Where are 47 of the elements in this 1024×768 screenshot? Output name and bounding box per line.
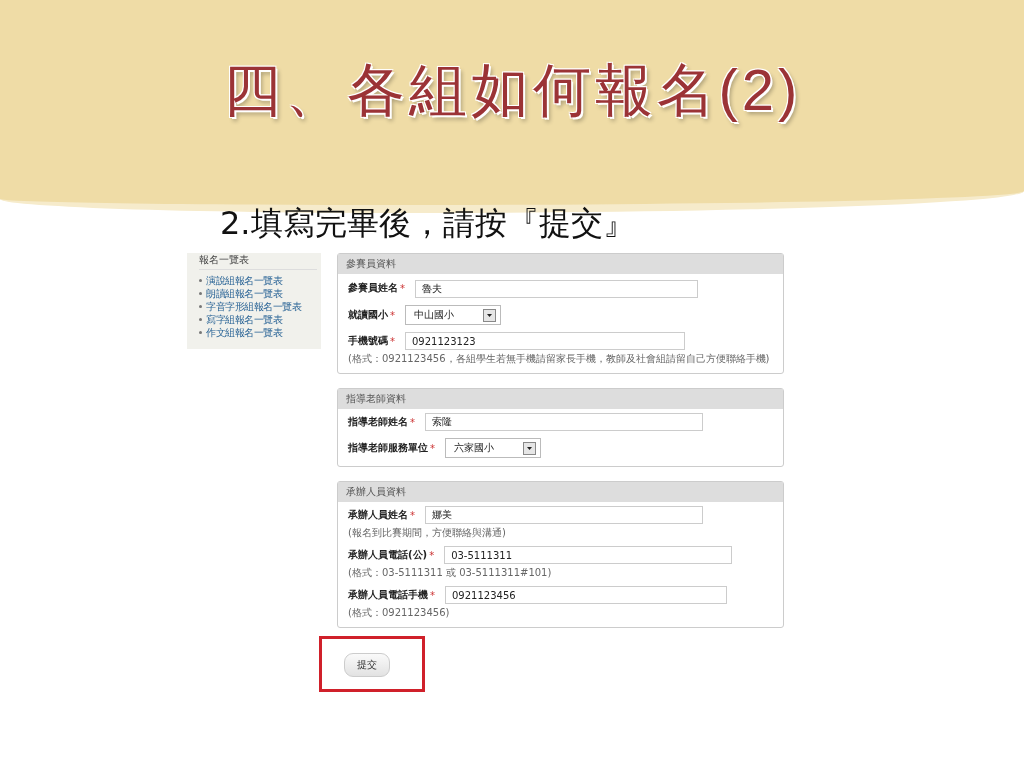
bullet-icon [199,318,202,321]
field-label: 承辦人員電話(公) [348,548,428,562]
required-mark: * [390,335,395,347]
sidebar-link[interactable]: 字音字形組報名一覽表 [206,299,301,314]
bullet-icon [199,331,202,334]
section-heading: 參賽員資料 [338,254,783,274]
input-field[interactable]: 索隆 [425,413,703,431]
required-mark: * [400,282,405,294]
field-label: 指導老師姓名 [348,415,408,429]
select-field[interactable]: 六家國小 [445,438,541,458]
bullet-icon [199,292,202,295]
sidebar-link[interactable]: 寫字組報名一覽表 [206,312,282,327]
field-label: 就讀國小 [348,308,388,322]
field-hint: (格式：0921123456) [348,607,451,619]
field-hint: (格式：0921123456，各組學生若無手機請留家長手機，教師及社會組請留自己方便聯絡手機) [348,353,771,365]
select-field[interactable]: 中山國小 [405,305,501,325]
input-field[interactable]: 03-5111311 [444,546,733,564]
field-hint: (報名到比賽期間，方便聯絡與溝通) [348,527,507,539]
field-label: 承辦人員電話手機 [348,588,428,602]
field-label: 承辦人員姓名 [348,508,408,522]
field-label: 手機號碼 [348,334,388,348]
required-mark: * [390,309,395,321]
sidebar-heading: 報名一覽表 [199,253,317,270]
dropdown-icon[interactable] [523,441,536,455]
field-hint: (格式：03-5111311 或 03-5111311#101) [348,567,553,579]
sidebar-link[interactable]: 朗讀組報名一覽表 [206,286,282,301]
sidebar-link[interactable]: 作文組報名一覽表 [206,325,282,340]
input-field[interactable]: 娜美 [425,506,703,524]
section-heading: 指導老師資料 [338,389,783,409]
required-mark: * [429,549,435,561]
bullet-icon [199,279,202,282]
input-field[interactable]: 0921123123 [405,332,685,350]
required-mark: * [410,416,415,428]
dropdown-icon[interactable] [483,308,496,322]
required-mark: * [410,509,415,521]
field-label: 指導老師服務單位 [348,441,428,455]
sidebar-link[interactable]: 演說組報名一覽表 [206,273,282,288]
input-field[interactable]: 魯夫 [415,280,698,298]
bullet-icon [199,305,202,308]
required-mark: * [430,589,435,601]
input-field[interactable]: 0921123456 [445,586,727,604]
slide-subtitle: 2.填寫完畢後，請按『提交』 [220,203,636,244]
required-mark: * [430,442,435,454]
section-heading: 承辦人員資料 [338,482,783,502]
field-label: 參賽員姓名 [348,281,398,295]
submit-button[interactable]: 提交 [344,653,390,677]
slide-title: 四、各組如何報名(2) [222,56,802,124]
